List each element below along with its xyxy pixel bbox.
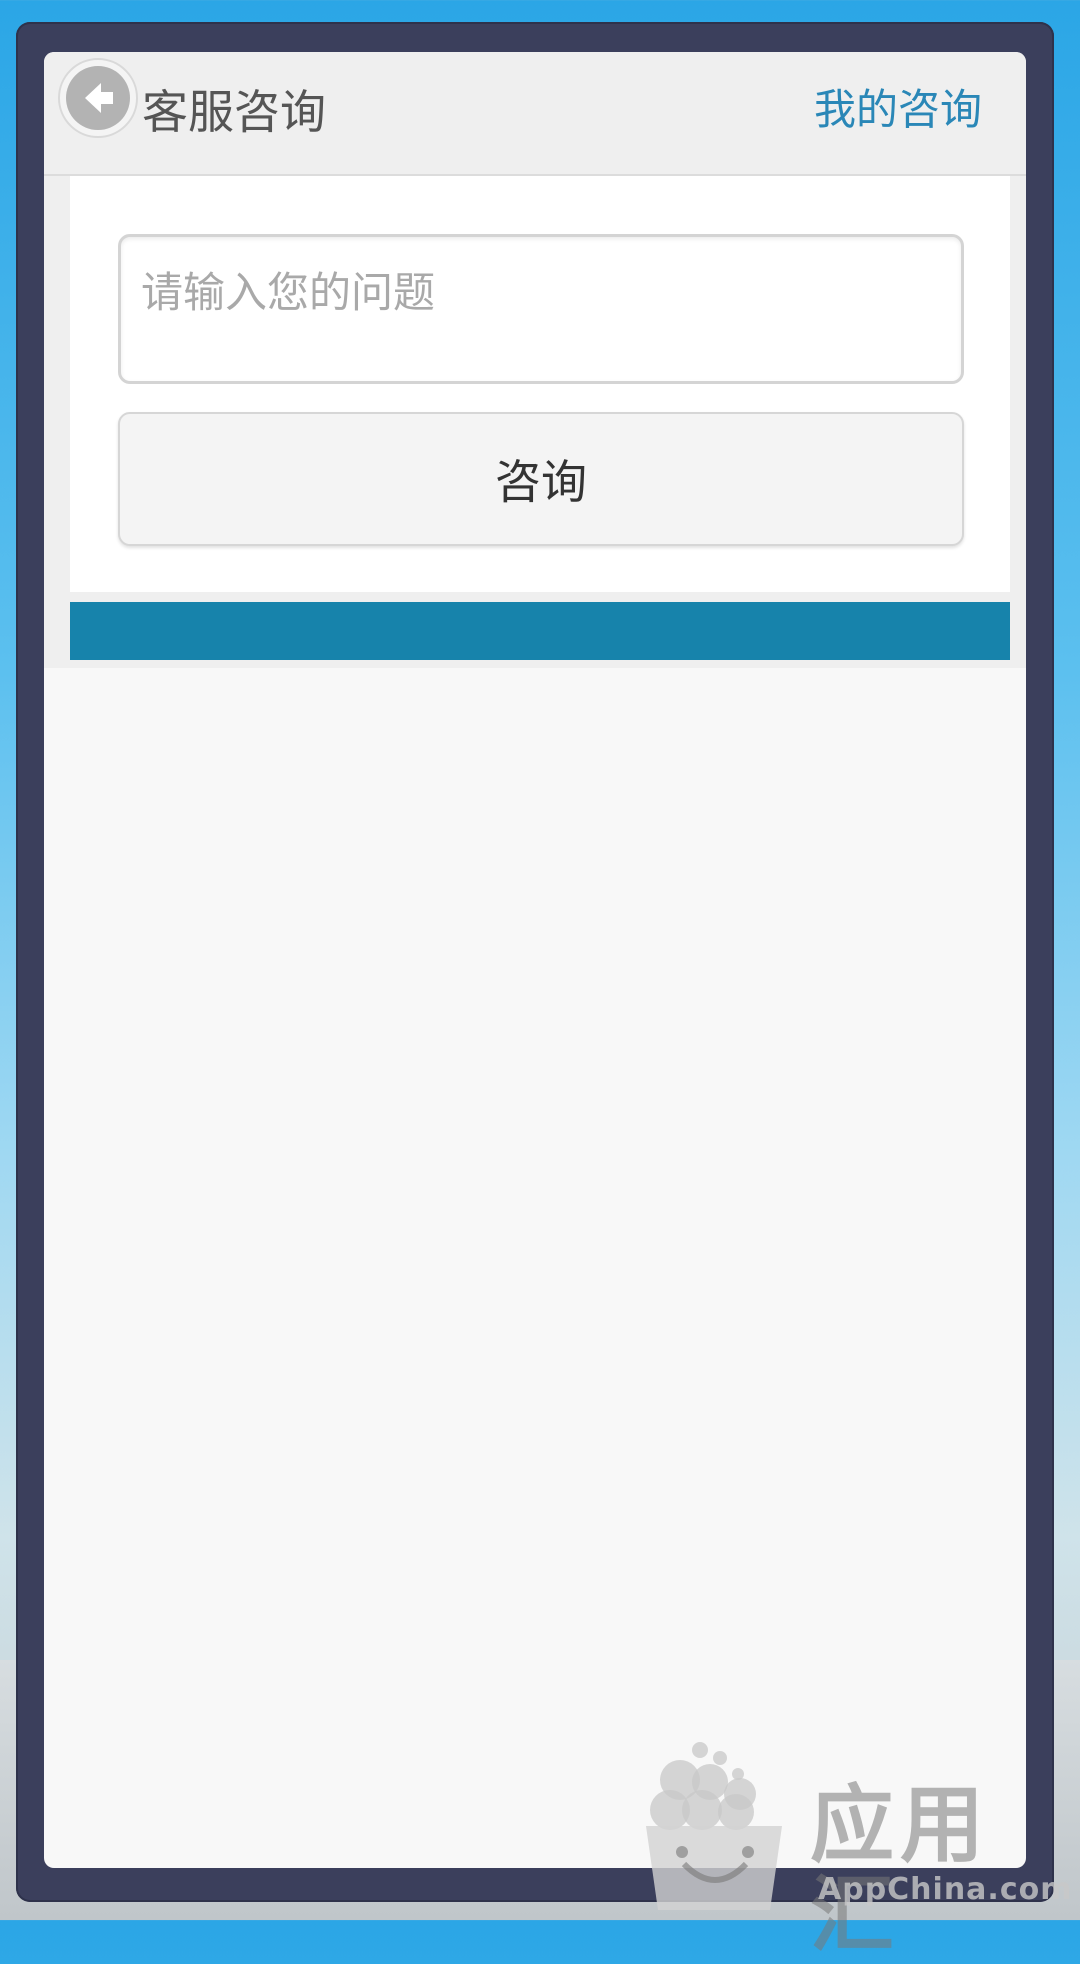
header-bar: 客服咨询 我的咨询: [44, 52, 1026, 176]
back-arrow-icon: [66, 66, 130, 130]
top-area: 客服咨询 我的咨询 咨询: [44, 52, 1026, 668]
consult-form: 咨询: [70, 176, 1010, 592]
watermark-subtext: AppChina.com: [818, 1872, 1073, 1907]
appchina-watermark: 应用汇 AppChina.com: [640, 1740, 1071, 1960]
page-title: 客服咨询: [142, 85, 326, 139]
my-consultations-link[interactable]: 我的咨询: [814, 82, 982, 138]
shopping-bag-icon: [646, 1742, 782, 1910]
back-button[interactable]: [58, 58, 138, 138]
app-panel: 客服咨询 我的咨询 咨询: [44, 52, 1026, 1868]
watermark-text: 应用汇: [810, 1776, 991, 1964]
consult-button[interactable]: 咨询: [118, 412, 964, 546]
blue-divider-bar: [70, 602, 1010, 660]
question-input[interactable]: [118, 234, 964, 384]
app-frame: 客服咨询 我的咨询 咨询: [16, 22, 1054, 1902]
